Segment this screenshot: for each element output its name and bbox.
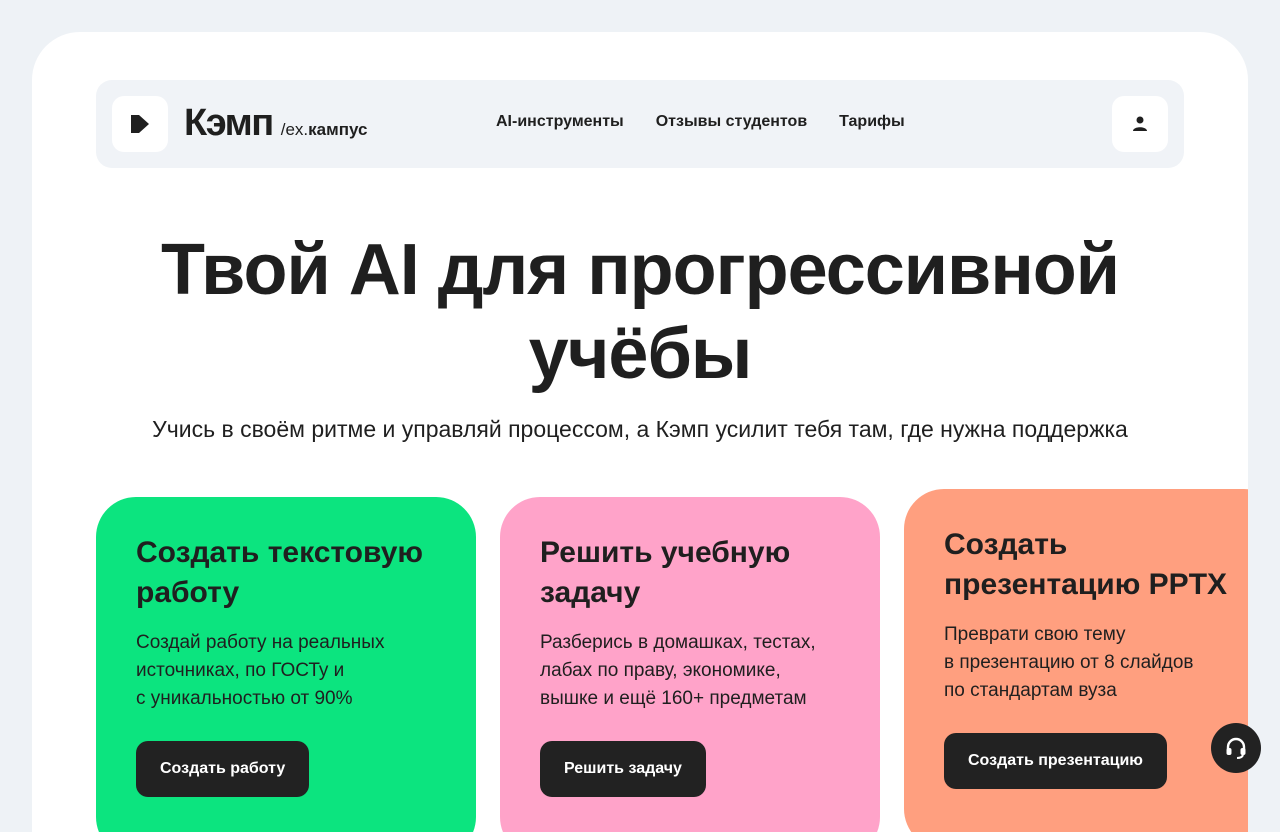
card-create-presentation[interactable]: Создать презентацию PPTX Преврати свою т… (904, 489, 1248, 832)
hero-title-line-1: Твой AI для прогрессивной (160, 230, 1120, 310)
brand-ex-name: кампус (308, 120, 368, 139)
nav-pricing[interactable]: Тарифы (839, 113, 905, 131)
site-header: Кэмп /ex.кампус AI-инструменты Отзывы ст… (96, 80, 1184, 168)
card-text-work[interactable]: Создать текстовую работу Создай работу н… (96, 497, 476, 832)
hero-title: Твой AI для прогрессивной учёбы (32, 228, 1248, 396)
user-icon (1133, 116, 1147, 131)
logo-icon (131, 115, 149, 133)
main-nav: AI-инструменты Отзывы студентов Тарифы (496, 113, 905, 131)
card-title: Создать презентацию PPTX (944, 528, 1228, 601)
brand-name: Кэмп (184, 102, 274, 144)
hero-title-line-2: учёбы (528, 314, 753, 394)
main-panel: Кэмп /ex.кампус AI-инструменты Отзывы ст… (32, 32, 1248, 832)
create-work-button[interactable]: Создать работу (136, 741, 310, 797)
card-title: Создать текстовую работу (136, 536, 424, 609)
solve-task-button[interactable]: Решить задачу (540, 741, 706, 797)
nav-ai-tools[interactable]: AI-инструменты (496, 113, 624, 131)
user-account-button[interactable] (1112, 96, 1168, 152)
brand-ex-label: /ex.кампус (281, 120, 368, 140)
nav-student-reviews[interactable]: Отзывы студентов (656, 113, 807, 131)
support-chat-button[interactable] (1211, 723, 1261, 773)
card-solve-task[interactable]: Решить учебную задачу Разберись в домашк… (500, 497, 880, 832)
brand-ex-prefix: /ex. (280, 120, 309, 139)
brand[interactable]: Кэмп /ex.кампус (184, 102, 367, 145)
card-description: Разберись в домашках, тестах, лабах по п… (540, 632, 816, 709)
headset-icon (1226, 737, 1246, 759)
create-presentation-button[interactable]: Создать презентацию (944, 733, 1167, 789)
card-description: Преврати свою тему в презентацию от 8 сл… (944, 624, 1194, 701)
card-description: Создай работу на реальных источниках, по… (136, 632, 385, 709)
card-title: Решить учебную задачу (540, 536, 791, 609)
hero-subtitle: Учись в своём ритме и управляй процессом… (152, 416, 1128, 442)
logo-button[interactable] (112, 96, 168, 152)
